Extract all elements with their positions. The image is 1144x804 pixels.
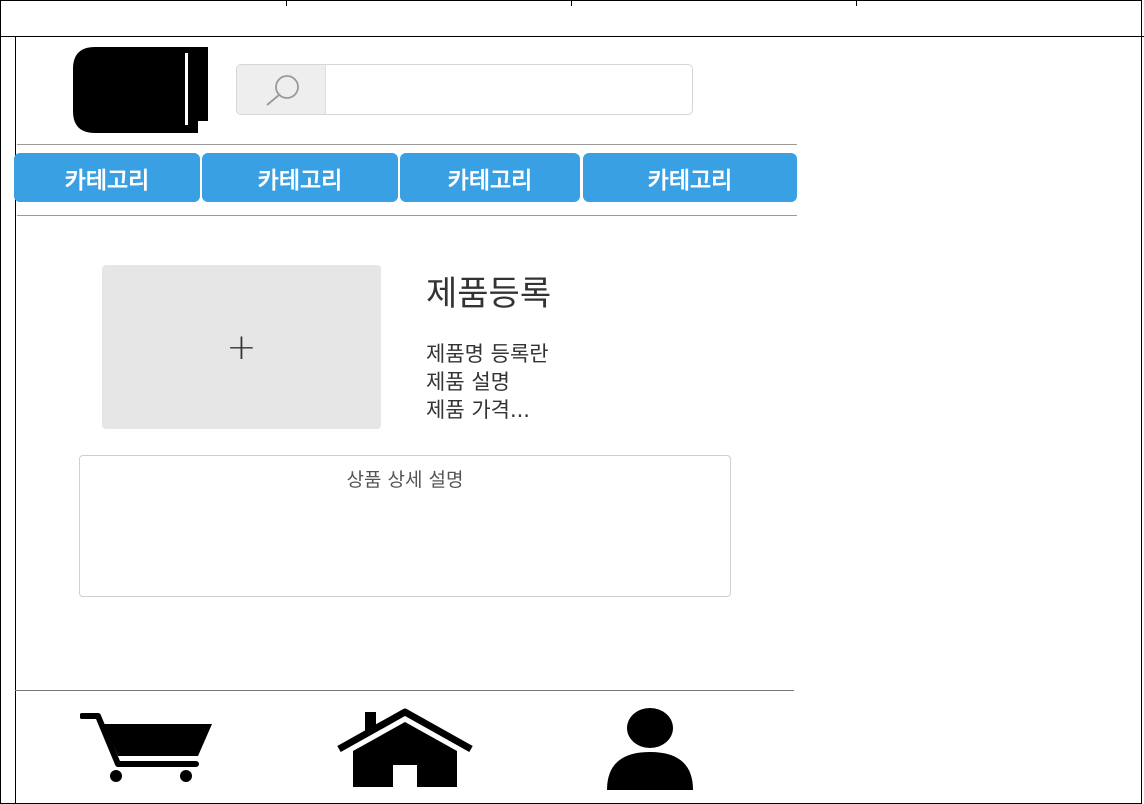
search-input[interactable] [327,65,691,114]
search-bar[interactable] [236,64,693,115]
divider [15,690,794,691]
detail-placeholder: 상품 상세 설명 [346,469,464,491]
plus-icon: + [226,326,257,368]
top-bar [0,0,1144,37]
divider [17,215,797,216]
category-tab[interactable]: 카테고리 [14,153,200,202]
user-icon[interactable] [607,708,693,790]
category-tab[interactable]: 카테고리 [400,153,580,202]
divider [17,144,797,145]
left-border [15,36,16,804]
product-description-field[interactable]: 제품 설명 [426,366,510,396]
top-bar-divider [571,0,572,6]
top-bar-divider [286,0,287,6]
book-logo-icon[interactable] [73,47,208,133]
top-bar-divider [856,0,857,6]
home-icon[interactable] [335,707,475,787]
cart-icon[interactable] [80,712,214,784]
product-name-field[interactable]: 제품명 등록란 [426,338,549,368]
category-tab[interactable]: 카테고리 [202,153,398,202]
search-icon[interactable] [237,65,326,114]
product-price-field[interactable]: 제품 가격... [426,394,530,424]
category-tab[interactable]: 카테고리 [583,153,797,202]
page-title: 제품등록 [426,274,552,314]
image-upload-button[interactable]: + [102,265,381,429]
product-detail-textarea[interactable]: 상품 상세 설명 [79,455,731,597]
